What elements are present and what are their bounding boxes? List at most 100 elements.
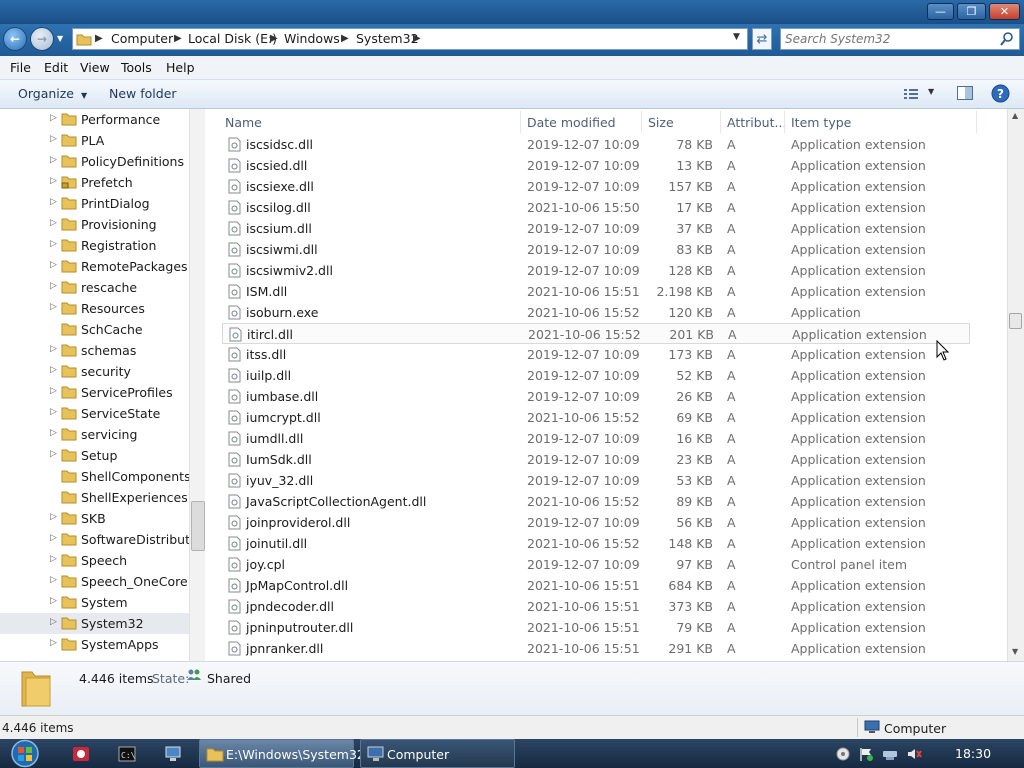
nav-scrollbar[interactable] — [189, 109, 205, 661]
nav-item-remotepackages[interactable]: ▷ RemotePackages — [0, 256, 190, 277]
menu-edit[interactable]: Edit — [44, 60, 68, 75]
nav-item-servicestate[interactable]: ▷ ServiceState — [0, 403, 190, 424]
navigation-pane[interactable]: ▷ Performance ▷ PLA ▷ PolicyDefinitions ▷ Prefe… — [0, 109, 205, 661]
column-item-type[interactable]: Item type — [791, 115, 851, 130]
expand-arrow-icon[interactable]: ▷ — [50, 512, 57, 522]
file-row[interactable]: iscsiwmi.dll 2019-12-07 10:09 83 KB A Applic… — [222, 239, 970, 260]
file-row[interactable]: JpMapControl.dll 2021-10-06 15:51 684 KB A A… — [222, 575, 970, 596]
clock[interactable]: 18:30 — [955, 746, 991, 761]
network-icon[interactable] — [882, 747, 898, 761]
nav-item-servicing[interactable]: ▷ servicing — [0, 424, 190, 445]
taskbar-window-system32[interactable]: E:\Windows\System32 — [199, 739, 365, 768]
back-button[interactable]: ← — [3, 27, 27, 51]
file-list-scrollbar-thumb[interactable] — [1009, 313, 1022, 329]
nav-item-security[interactable]: ▷ security — [0, 361, 190, 382]
nav-item-prefetch[interactable]: ▷ Prefetch — [0, 172, 190, 193]
file-list-scrollbar[interactable]: ▲ ▼ — [1007, 109, 1024, 661]
breadcrumb-separator[interactable]: ▶ — [341, 29, 349, 49]
preview-pane-icon[interactable] — [956, 85, 974, 102]
column-divider[interactable] — [976, 111, 977, 133]
file-row[interactable]: JavaScriptCollectionAgent.dll 2021-10-06 … — [222, 491, 970, 512]
file-row[interactable]: iyuv_32.dll 2019-12-07 10:09 53 KB A Applica… — [222, 470, 970, 491]
nav-item-softwaredistribution[interactable]: ▷ SoftwareDistribution — [0, 529, 205, 550]
file-row[interactable]: iscsium.dll 2019-12-07 10:09 37 KB A Applica… — [222, 218, 970, 239]
nav-item-rescache[interactable]: ▷ rescache — [0, 277, 190, 298]
nav-item-provisioning[interactable]: ▷ Provisioning — [0, 214, 190, 235]
nav-item-speech-onecore[interactable]: ▷ Speech_OneCore — [0, 571, 190, 592]
breadcrumb-system32[interactable]: System32 — [354, 29, 421, 49]
breadcrumb-local-disk[interactable]: Local Disk (E:) — [186, 29, 279, 49]
breadcrumb-separator[interactable]: ▶ — [174, 29, 182, 49]
minimize-button[interactable]: — — [927, 3, 954, 20]
command-prompt-icon[interactable]: C:\ — [118, 745, 136, 763]
title-bar[interactable]: — ❐ ✕ — [0, 0, 1024, 24]
expand-arrow-icon[interactable]: ▷ — [50, 344, 57, 354]
expand-arrow-icon[interactable]: ▷ — [50, 113, 57, 123]
expand-arrow-icon[interactable]: ▷ — [50, 575, 57, 585]
menu-view[interactable]: View — [80, 60, 110, 75]
nav-item-systemapps[interactable]: ▷ SystemApps — [0, 634, 190, 655]
menu-file[interactable]: File — [10, 60, 31, 75]
organize-button[interactable]: Organize ▼ — [18, 86, 87, 101]
column-divider[interactable] — [784, 111, 785, 133]
recent-pages-dropdown[interactable]: ▼ — [57, 34, 63, 43]
scroll-up-icon[interactable]: ▲ — [1012, 111, 1018, 120]
file-row[interactable]: iscsied.dll 2019-12-07 10:09 13 KB A Applica… — [222, 155, 970, 176]
close-button[interactable]: ✕ — [989, 3, 1020, 20]
column-divider[interactable] — [520, 111, 521, 133]
taskbar-window-computer[interactable]: Computer — [360, 739, 515, 768]
nav-item-performance[interactable]: ▷ Performance — [0, 109, 190, 130]
column-divider[interactable] — [641, 111, 642, 133]
expand-arrow-icon[interactable]: ▷ — [50, 218, 57, 228]
address-dropdown-icon[interactable]: ▼ — [733, 32, 740, 42]
nav-item-policydefinitions[interactable]: ▷ PolicyDefinitions — [0, 151, 190, 172]
nav-item-printdialog[interactable]: ▷ PrintDialog — [0, 193, 190, 214]
media-app-icon[interactable] — [72, 745, 90, 763]
scroll-down-icon[interactable]: ▼ — [1012, 647, 1018, 656]
file-row[interactable]: itircl.dll 2021-10-06 15:52 201 KB A Applica… — [222, 323, 970, 344]
expand-arrow-icon[interactable]: ▷ — [50, 617, 57, 627]
nav-item-system32[interactable]: ▷ System32 — [0, 613, 190, 634]
search-icon[interactable] — [999, 31, 1015, 47]
nav-item-resources[interactable]: ▷ Resources — [0, 298, 190, 319]
new-folder-button[interactable]: New folder — [109, 86, 177, 101]
change-view-button[interactable]: ▼ — [901, 85, 941, 102]
restore-button[interactable]: ❐ — [957, 3, 986, 20]
file-row[interactable]: iscsiexe.dll 2019-12-07 10:09 157 KB A Appli… — [222, 176, 970, 197]
nav-item-shellexperiences[interactable]: ShellExperiences — [0, 487, 190, 508]
expand-arrow-icon[interactable]: ▷ — [50, 533, 57, 543]
nav-item-speech[interactable]: ▷ Speech — [0, 550, 190, 571]
file-row[interactable]: jpndecoder.dll 2021-10-06 15:51 373 KB A App… — [222, 596, 970, 617]
file-row[interactable]: joinproviderol.dll 2019-12-07 10:09 56 KB A… — [222, 512, 970, 533]
column-date-modified[interactable]: Date modified — [527, 115, 616, 130]
file-row[interactable]: iumcrypt.dll 2021-10-06 15:52 69 KB A Applic… — [222, 407, 970, 428]
menu-help[interactable]: Help — [166, 60, 195, 75]
file-row[interactable]: iscsiwmiv2.dll 2019-12-07 10:09 128 KB A App… — [222, 260, 970, 281]
cd-drive-tray-icon[interactable] — [836, 747, 850, 761]
breadcrumb-windows[interactable]: Windows — [282, 29, 342, 49]
help-icon[interactable]: ? — [991, 84, 1010, 103]
menu-tools[interactable]: Tools — [121, 60, 152, 75]
expand-arrow-icon[interactable]: ▷ — [50, 638, 57, 648]
file-row[interactable]: iumdll.dll 2019-12-07 10:09 16 KB A Applicat… — [222, 428, 970, 449]
expand-arrow-icon[interactable]: ▷ — [50, 554, 57, 564]
expand-arrow-icon[interactable]: ▷ — [50, 239, 57, 249]
expand-arrow-icon[interactable]: ▷ — [50, 302, 57, 312]
search-input[interactable] — [785, 30, 995, 48]
expand-arrow-icon[interactable]: ▷ — [50, 260, 57, 270]
nav-item-setup[interactable]: ▷ Setup — [0, 445, 190, 466]
file-row[interactable]: iscsidsc.dll 2019-12-07 10:09 78 KB A Applic… — [222, 134, 970, 155]
breadcrumb-computer[interactable]: Computer — [109, 29, 175, 49]
file-row[interactable]: joy.cpl 2019-12-07 10:09 97 KB A Control pan… — [222, 554, 970, 575]
breadcrumb-separator[interactable]: ▶ — [270, 29, 278, 49]
breadcrumb-separator[interactable]: ▶ — [95, 29, 103, 49]
nav-item-schcache[interactable]: SchCache — [0, 319, 190, 340]
forward-button[interactable]: → — [30, 27, 54, 51]
nav-item-system[interactable]: ▷ System — [0, 592, 190, 613]
nav-item-pla[interactable]: ▷ PLA — [0, 130, 190, 151]
file-row[interactable]: itss.dll 2019-12-07 10:09 173 KB A Applicati… — [222, 344, 970, 365]
expand-arrow-icon[interactable]: ▷ — [50, 197, 57, 207]
address-bar[interactable]: ▶ Computer ▶ Local Disk (E:) ▶ Windows ▶… — [72, 28, 748, 50]
search-box[interactable] — [780, 28, 1020, 50]
file-list[interactable]: ˄ Name Date modified Size Attribut... It… — [207, 109, 1024, 661]
